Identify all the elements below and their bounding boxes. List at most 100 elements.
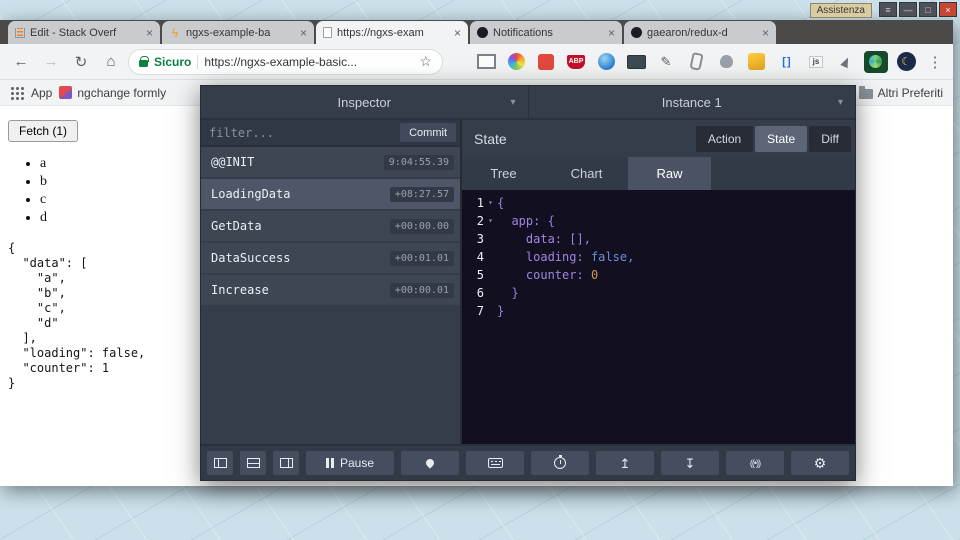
browser-tab[interactable]: ngxs-example-ba ×	[162, 21, 314, 44]
tab-close-icon[interactable]: ×	[454, 27, 461, 39]
subtab-raw[interactable]: Raw	[628, 157, 711, 190]
fold-caret-icon[interactable]: ▾	[484, 212, 497, 230]
action-item[interactable]: DataSuccess +00:01.01	[201, 243, 460, 273]
action-item[interactable]: GetData +00:00.00	[201, 211, 460, 241]
line-number: 1	[476, 196, 484, 210]
commit-button[interactable]: Commit	[400, 123, 456, 142]
fold-caret-icon	[484, 284, 497, 302]
tab-state[interactable]: State	[755, 125, 808, 152]
color-wheel-icon[interactable]	[501, 49, 531, 75]
browser-menu-icon[interactable]: ⋮	[925, 49, 945, 75]
address-divider	[197, 54, 199, 69]
pause-icon	[325, 458, 334, 468]
layout-right-button[interactable]	[273, 451, 299, 475]
broadcast-icon: ((•))	[749, 458, 761, 468]
tab-action[interactable]: Action	[695, 125, 754, 152]
tab-close-icon[interactable]: ×	[762, 27, 769, 39]
tab-close-icon[interactable]: ×	[608, 27, 615, 39]
globe-icon[interactable]	[591, 49, 621, 75]
lock-changes-button[interactable]	[401, 451, 459, 475]
screenshot-dark-icon[interactable]	[621, 49, 651, 75]
browser-tab[interactable]: gaearon/redux-d ×	[624, 21, 776, 44]
other-bookmarks[interactable]: Altri Preferiti	[858, 85, 943, 100]
tab-title: Notifications	[493, 26, 553, 39]
browser-tab[interactable]: Notifications ×	[470, 21, 622, 44]
tab-diff[interactable]: Diff	[809, 125, 851, 152]
back-button[interactable]: ←	[8, 49, 34, 75]
action-item[interactable]: @@INIT 9:04:55.39	[201, 147, 460, 177]
inspector-dropdown[interactable]: Inspector ▾	[201, 86, 529, 118]
bookmark-star-icon[interactable]: ☆	[419, 53, 432, 70]
devtools-toolbar: Pause ↥ ↧ ((•)) ⚙	[201, 444, 855, 480]
gold-badge-icon[interactable]	[741, 49, 771, 75]
layout-bottom-button[interactable]	[240, 451, 266, 475]
filter-input[interactable]	[209, 125, 397, 140]
home-button[interactable]: ⌂	[98, 49, 124, 75]
github-icon	[631, 27, 642, 38]
window-maximize-button[interactable]: □	[919, 2, 937, 17]
browser-tab[interactable]: https://ngxs-exam ×	[316, 21, 468, 44]
tab-strip: Edit - Stack Overf×ngxs-example-ba×https…	[0, 20, 953, 44]
export-button[interactable]: ↥	[596, 451, 654, 475]
code-line: 7}	[462, 302, 855, 320]
other-bookmarks-label: Altri Preferiti	[877, 85, 943, 100]
red-extension-icon[interactable]	[531, 49, 561, 75]
code-line: 5 counter: 0	[462, 266, 855, 284]
redux-devtools-icon[interactable]	[861, 49, 891, 75]
browser-tab[interactable]: Edit - Stack Overf ×	[8, 21, 160, 44]
import-button[interactable]: ↧	[661, 451, 719, 475]
adblock-icon[interactable]: ABP	[561, 49, 591, 75]
action-item[interactable]: Increase +00:00.01	[201, 275, 460, 305]
js-badge-icon[interactable]: js	[801, 49, 831, 75]
brackets-icon[interactable]: [ ]	[771, 49, 801, 75]
devtools-header: Inspector ▾ Instance 1 ▾	[201, 86, 855, 120]
window-minimize-button[interactable]: —	[899, 2, 917, 17]
settings-button[interactable]: ⚙	[791, 451, 849, 475]
fold-caret-icon	[484, 230, 497, 248]
bookmark-apps-label[interactable]: App	[31, 86, 52, 100]
fetch-button[interactable]: Fetch (1)	[8, 120, 79, 142]
extension-badge-label: ABP	[566, 54, 586, 69]
action-name: @@INIT	[211, 155, 255, 169]
subtab-chart[interactable]: Chart	[545, 157, 628, 190]
extension-badge-label: ✎	[660, 53, 672, 69]
tab-close-icon[interactable]: ×	[300, 27, 307, 39]
window-controls: ≡ — □ ×	[879, 2, 957, 17]
action-list: @@INIT 9:04:55.39 LoadingData +08:27.57 GetD…	[201, 147, 460, 444]
assistenza-tooltip: Assistenza	[809, 3, 872, 18]
remote-button[interactable]: ((•))	[726, 451, 784, 475]
apps-grid-icon[interactable]	[10, 86, 24, 100]
fold-caret-icon[interactable]: ▾	[484, 194, 497, 212]
action-name: Increase	[211, 283, 269, 297]
browser-toolbar: ← → ↻ ⌂ Sicuro https://ngxs-example-basi…	[0, 44, 953, 80]
devtools-body: Commit @@INIT 9:04:55.39 LoadingData +08:27…	[201, 120, 855, 444]
window-close-button[interactable]: ×	[939, 2, 957, 17]
pencil-icon[interactable]: ✎	[651, 49, 681, 75]
tab-title: gaearon/redux-d	[647, 26, 728, 39]
night-mode-icon[interactable]: ☾	[891, 49, 921, 75]
pause-button[interactable]: Pause	[306, 451, 394, 475]
cursor-icon[interactable]	[831, 49, 861, 75]
tab-title: https://ngxs-exam	[337, 26, 424, 39]
action-item[interactable]: LoadingData +08:27.57	[201, 179, 460, 209]
reload-button[interactable]: ↻	[68, 49, 94, 75]
tab-title: ngxs-example-ba	[186, 26, 271, 39]
tab-close-icon[interactable]: ×	[146, 27, 153, 39]
frame-capture-icon[interactable]	[471, 49, 501, 75]
inspector-tabs: Action State Diff	[695, 125, 851, 152]
tab-title: Edit - Stack Overf	[30, 26, 117, 39]
pause-label: Pause	[339, 456, 375, 470]
slider-button[interactable]	[531, 451, 589, 475]
window-menu-button[interactable]: ≡	[879, 2, 897, 17]
line-number: 7	[476, 304, 484, 318]
subtab-tree[interactable]: Tree	[462, 157, 545, 190]
url-text: https://ngxs-example-basic...	[204, 54, 358, 69]
instance-dropdown[interactable]: Instance 1 ▾	[529, 86, 856, 118]
layout-left-button[interactable]	[207, 451, 233, 475]
address-bar[interactable]: Sicuro https://ngxs-example-basic... ☆	[128, 48, 443, 75]
bookmark-item[interactable]: ngchange formly	[59, 86, 166, 100]
dispatcher-button[interactable]	[466, 451, 524, 475]
forward-button[interactable]: →	[38, 49, 64, 75]
paperclip-icon[interactable]	[681, 49, 711, 75]
shield-icon[interactable]	[711, 49, 741, 75]
